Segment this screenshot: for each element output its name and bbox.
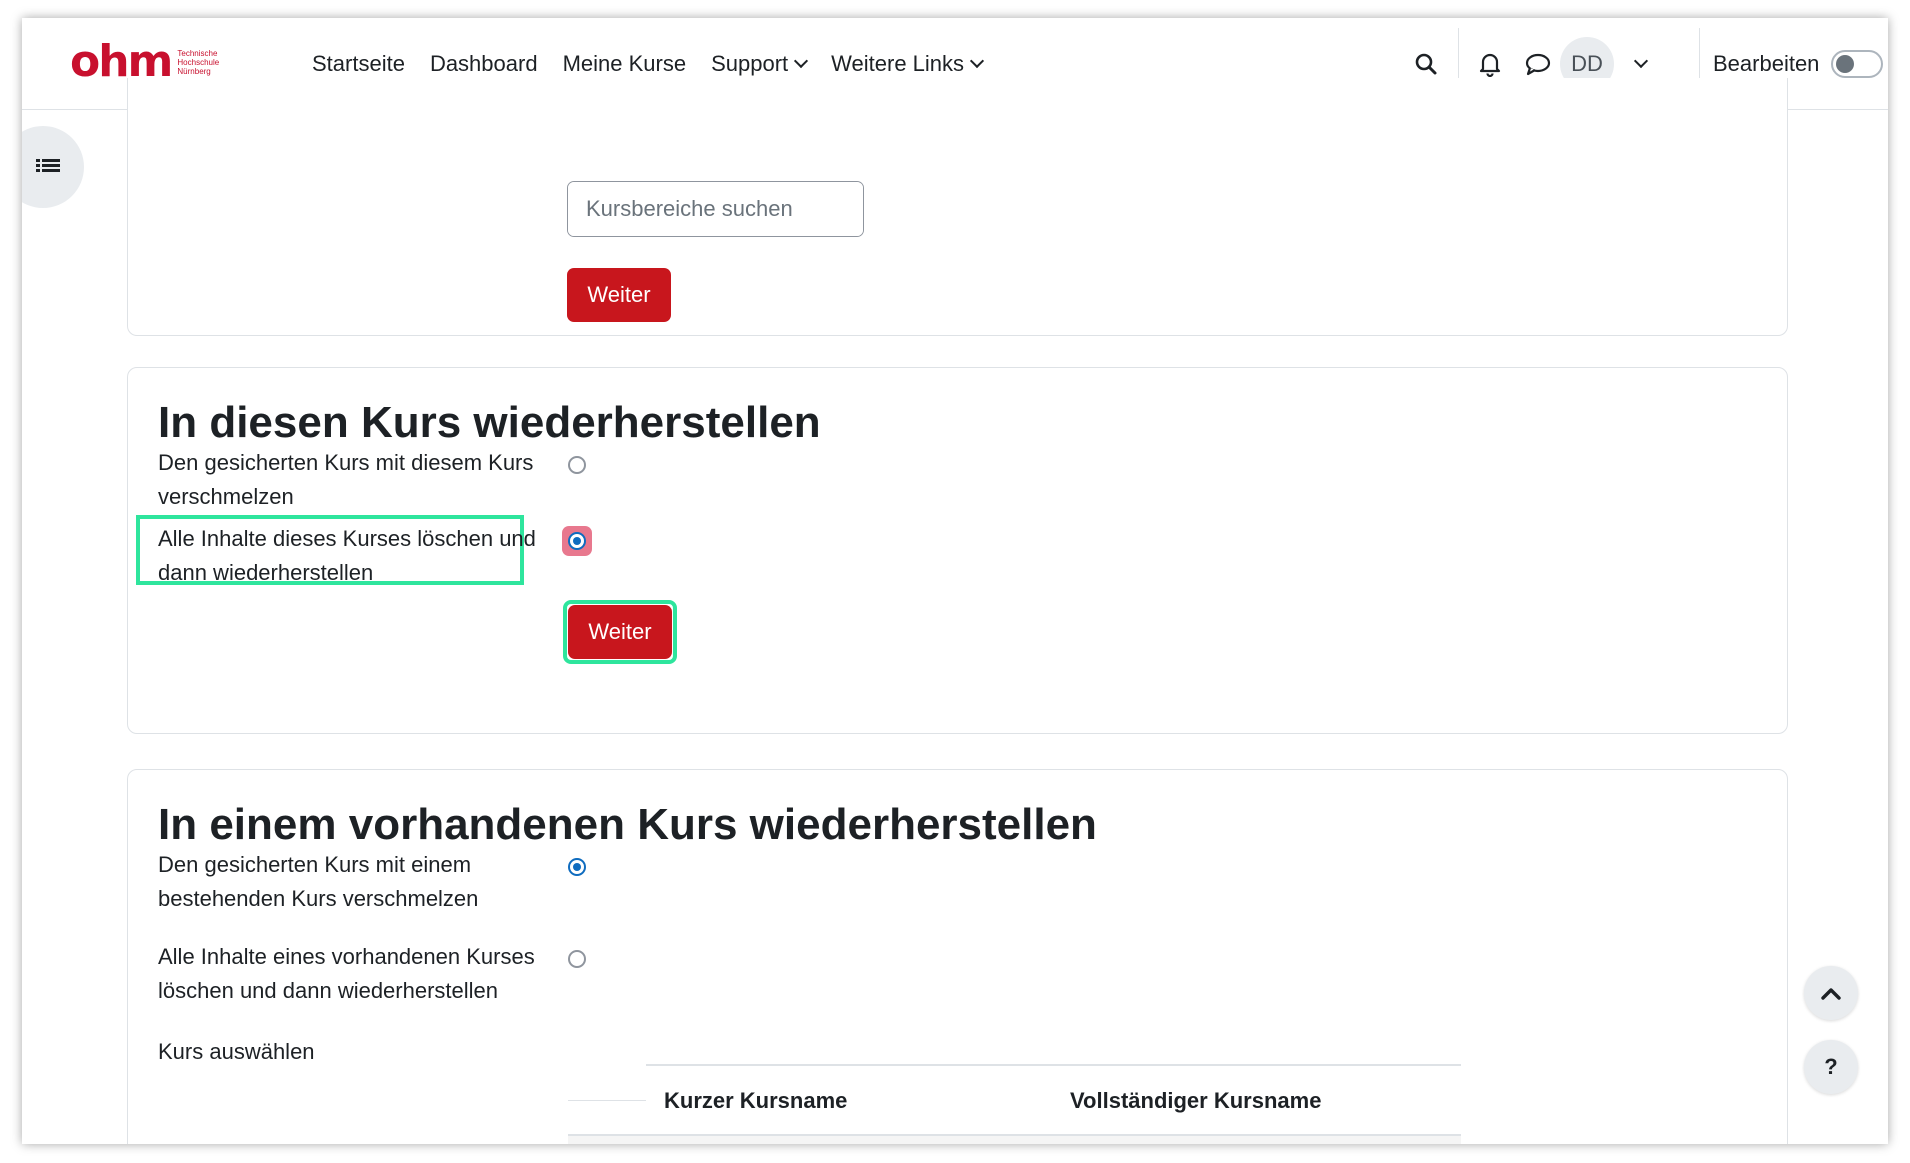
merge-existing-radio[interactable]	[568, 858, 586, 876]
delete-and-restore-radio[interactable]	[568, 532, 586, 550]
logo-subtitle: Technische Hochschule Nürnberg	[177, 49, 219, 76]
section-title: In diesen Kurs wiederherstellen	[158, 398, 821, 447]
delete-existing-label: Alle Inhalte eines vorhandenen Kurses lö…	[158, 944, 535, 1003]
course-table-header: Kurzer Kursname Vollständiger Kursname	[568, 1064, 1461, 1136]
delete-existing-radio[interactable]	[568, 950, 586, 968]
logo-subtitle-line: Nürnberg	[177, 66, 211, 76]
list-icon	[36, 159, 60, 172]
select-course-label: Kurs auswählen	[158, 1039, 315, 1064]
help-button[interactable]: ?	[1804, 1040, 1858, 1094]
nav-startseite[interactable]: Startseite	[312, 51, 405, 77]
chevron-down-icon	[969, 53, 985, 68]
chevron-down-icon	[794, 53, 809, 68]
category-search	[567, 181, 864, 237]
section-title: In einem vorhandenen Kurs wiederherstell…	[158, 800, 1097, 849]
nav-support[interactable]: Support	[711, 50, 809, 77]
merge-option-radio[interactable]	[568, 456, 586, 474]
nav-dashboard[interactable]: Dashboard	[430, 51, 538, 77]
nav-support-label: Support	[711, 50, 789, 76]
merge-existing-label: Den gesicherten Kurs mit einem bestehend…	[158, 852, 479, 911]
header-gap	[568, 1064, 646, 1066]
chevron-down-icon[interactable]	[1633, 53, 1649, 68]
continue-button[interactable]: Weiter	[568, 605, 672, 659]
logo-subtitle-line: Hochschule	[177, 57, 220, 67]
restore-existing-course-card: In einem vorhandenen Kurs wiederherstell…	[127, 769, 1788, 1144]
nav-meine-kurse[interactable]: Meine Kurse	[563, 51, 687, 77]
edit-mode-label: Bearbeiten	[1713, 50, 1820, 76]
category-search-input[interactable]	[568, 182, 863, 236]
merge-option-label: Den gesicherten Kurs mit diesem Kurs ver…	[158, 450, 534, 509]
back-to-top-button[interactable]	[1804, 966, 1858, 1020]
browser-frame: ohm Technische Hochschule Nürnberg Start…	[22, 18, 1888, 1144]
logo-subtitle-line: Technische	[177, 48, 218, 58]
column-full-name[interactable]: Vollständiger Kursname	[1070, 1088, 1321, 1114]
header-divider	[568, 1100, 646, 1101]
nav-weitere-links-label: Weitere Links	[831, 50, 965, 76]
course-category-search-card: Weiter	[127, 78, 1788, 336]
column-short-name[interactable]: Kurzer Kursname	[664, 1088, 847, 1114]
delete-and-restore-label: Alle Inhalte dieses Kurses löschen und d…	[158, 526, 536, 585]
continue-button[interactable]: Weiter	[567, 268, 671, 322]
restore-this-course-card: In diesen Kurs wiederherstellen Den gesi…	[127, 367, 1788, 734]
chevron-up-icon	[1821, 988, 1841, 1000]
course-index-toggle[interactable]	[22, 126, 84, 208]
question-icon: ?	[1824, 1054, 1838, 1079]
nav-weitere-links[interactable]: Weitere Links	[831, 50, 985, 77]
toggle-knob	[1836, 54, 1855, 73]
edit-mode-toggle[interactable]	[1831, 49, 1884, 78]
table-row[interactable]	[568, 1136, 1461, 1144]
